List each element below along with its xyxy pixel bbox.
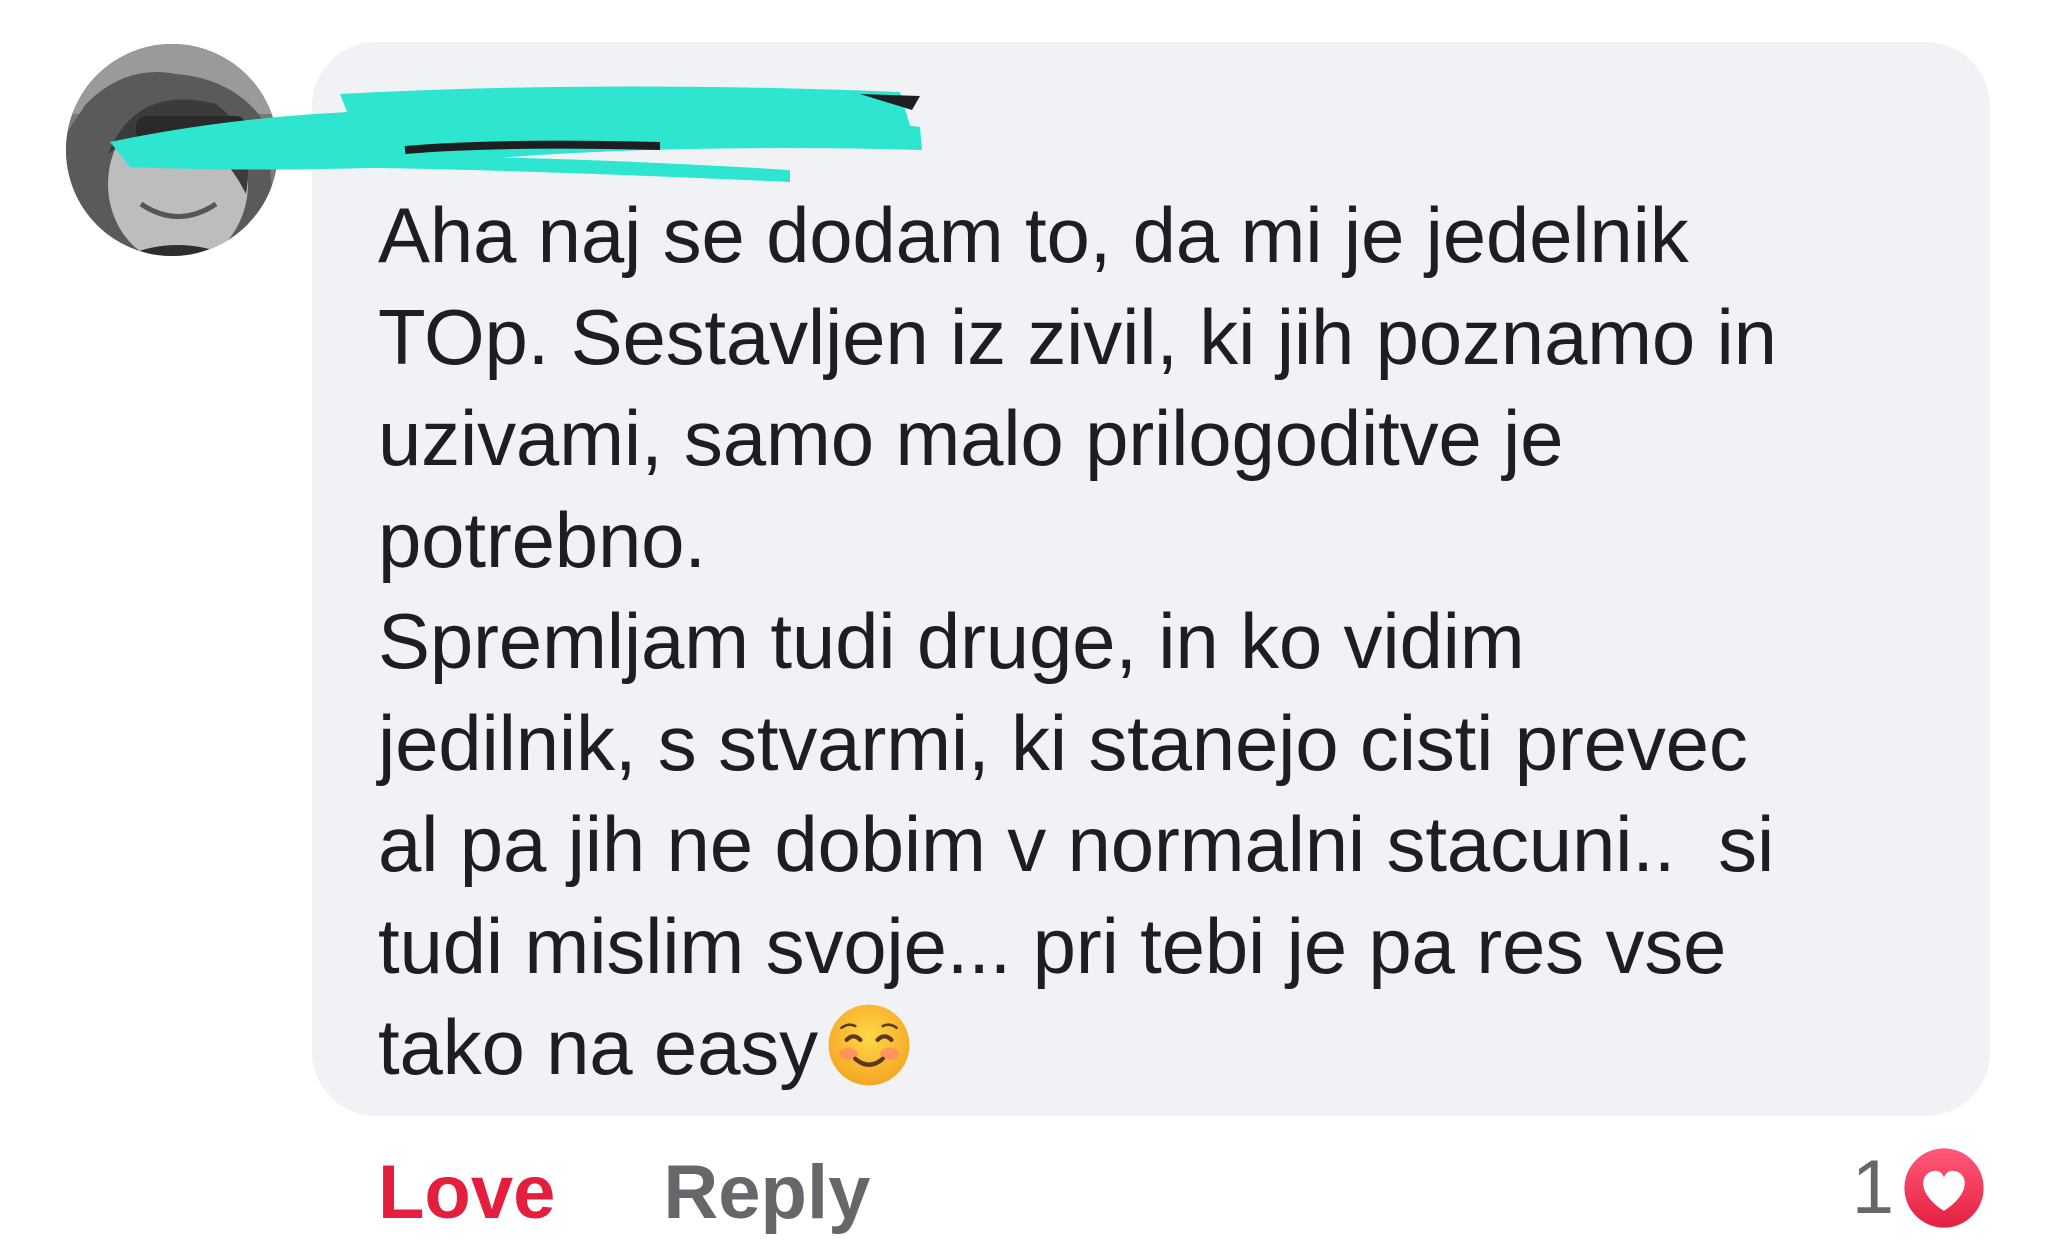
comment-text: Aha naj se dodam to, da mi je jedelnik T…	[378, 185, 1938, 1099]
comment-body: Aha naj se dodam to, da mi je jedelnik T…	[378, 191, 1777, 1091]
smiling-face-with-blush-icon	[828, 1004, 910, 1086]
comment-thread: Aha naj se dodam to, da mi je jedelnik T…	[0, 0, 2048, 1251]
heart-icon	[1900, 1144, 1988, 1232]
reaction-summary[interactable]: 1	[1852, 1143, 1988, 1233]
reaction-count: 1	[1851, 1145, 1894, 1230]
comment-actions: Love Reply	[378, 1148, 870, 1238]
author-name-redaction	[110, 86, 922, 182]
love-button[interactable]: Love	[378, 1150, 555, 1235]
reply-button[interactable]: Reply	[663, 1150, 870, 1235]
